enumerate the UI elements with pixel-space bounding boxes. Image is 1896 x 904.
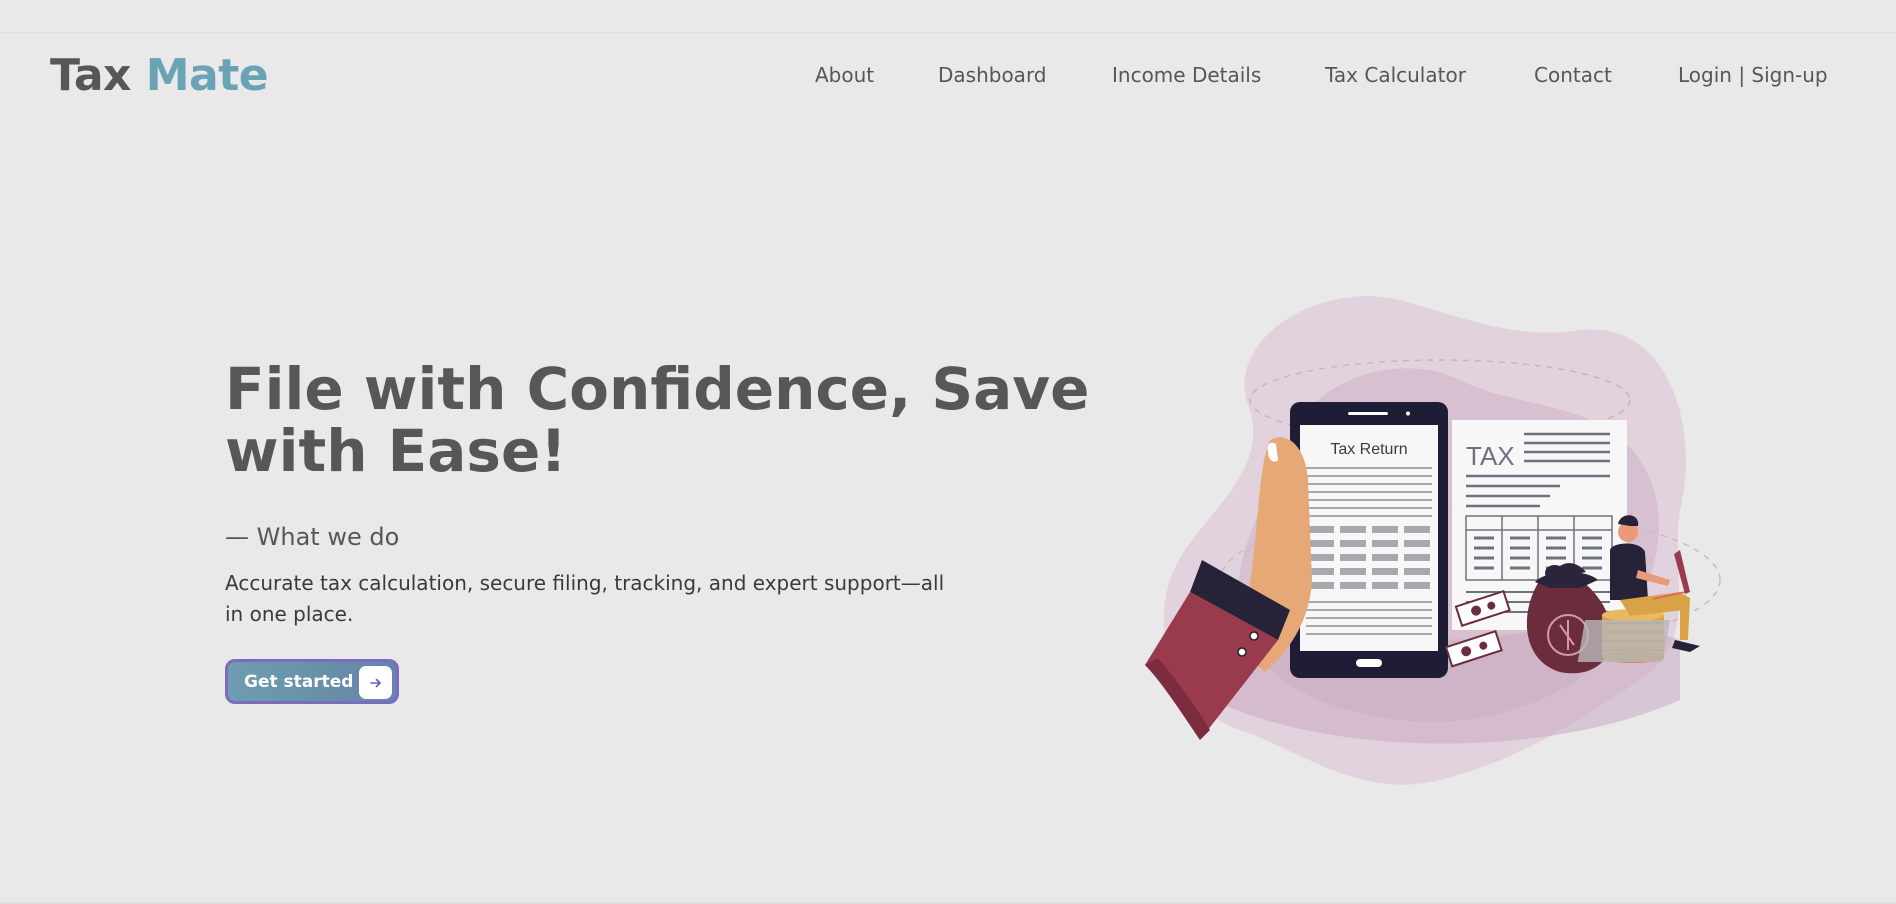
brand-logo-part1: Tax <box>50 50 131 101</box>
nav-tax-calculator[interactable]: Tax Calculator <box>1325 63 1466 87</box>
brand-logo-part2: Mate <box>145 50 269 101</box>
top-divider <box>0 32 1896 33</box>
tax-document-title: TAX <box>1466 441 1515 471</box>
nav-about[interactable]: About <box>815 63 874 87</box>
phone: Tax Return <box>1290 402 1448 678</box>
nav-income-details[interactable]: Income Details <box>1112 63 1261 87</box>
hero-kicker: — What we do <box>225 523 400 551</box>
hero-description: Accurate tax calculation, secure filing,… <box>225 571 945 626</box>
phone-title: Tax Return <box>1330 441 1407 458</box>
get-started-label: Get started <box>244 671 354 692</box>
hero-title: File with Confidence, Save with Ease! <box>225 355 1090 485</box>
arrow-right-icon <box>359 666 392 699</box>
nav-login-signup[interactable]: Login | Sign-up <box>1678 63 1828 87</box>
landing-page: Tax Mate About Dashboard Income Details … <box>0 0 1896 904</box>
brand-logo[interactable]: Tax Mate <box>50 50 269 101</box>
nav-contact[interactable]: Contact <box>1534 63 1612 87</box>
hero-illustration: TAX Tax Return <box>1140 280 1740 800</box>
get-started-button[interactable]: Get started <box>225 659 399 704</box>
nav-dashboard[interactable]: Dashboard <box>938 63 1047 87</box>
